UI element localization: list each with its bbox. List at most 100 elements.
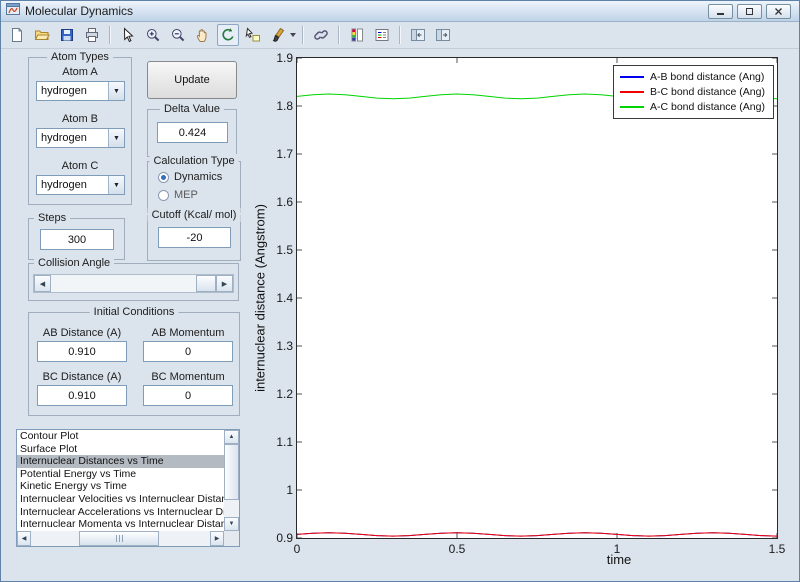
calculation-type-panel: Calculation Type Dynamics MEP — [147, 154, 241, 213]
restore-icon[interactable] — [737, 3, 762, 19]
hide-plot-tools-icon[interactable] — [407, 24, 429, 46]
atom-a-dropdown[interactable]: hydrogen ▼ — [36, 81, 125, 101]
atom-a-label: Atom A — [62, 66, 98, 78]
chevron-down-icon[interactable]: ▼ — [108, 82, 124, 100]
radio-selected-icon[interactable] — [158, 171, 169, 183]
atom-c-label: Atom C — [61, 160, 99, 172]
zoom-out-icon[interactable] — [167, 24, 189, 46]
vertical-scroll-thumb[interactable] — [224, 444, 239, 500]
update-button[interactable]: Update — [147, 61, 237, 99]
y-tick-label: 1.6 — [276, 195, 293, 209]
cutoff-panel: Cutoff (Kcal/ mol) -20 — [147, 208, 241, 261]
y-tick-label: 1.7 — [276, 147, 293, 161]
list-item[interactable]: Contour Plot — [17, 430, 224, 443]
delta-value-panel: Delta Value 0.424 — [147, 102, 237, 157]
bc-distance-field[interactable]: 0.910 — [37, 385, 127, 406]
atom-b-dropdown[interactable]: hydrogen ▼ — [36, 128, 125, 148]
ab-momentum-field[interactable]: 0 — [143, 341, 233, 362]
list-item[interactable]: Internuclear Velocities vs Internuclear … — [17, 493, 224, 506]
toolbar-separator — [338, 26, 340, 44]
y-tick-label: 1.5 — [276, 243, 293, 257]
link-plot-icon[interactable] — [310, 24, 332, 46]
listbox-items: Contour Plot Surface Plot Internuclear Dis… — [17, 430, 224, 531]
insert-legend-icon[interactable] — [371, 24, 393, 46]
scroll-up-icon[interactable]: ▲ — [224, 430, 239, 444]
chevron-down-icon[interactable]: ▼ — [108, 129, 124, 147]
minimize-icon[interactable] — [708, 3, 733, 19]
chevron-down-icon[interactable]: ▼ — [108, 176, 124, 194]
legend-label: A-C bond distance (Ang) — [650, 100, 765, 113]
vertical-scrollbar[interactable]: ▲ ▼ — [224, 430, 239, 531]
slider-left-arrow-icon[interactable]: ◀ — [34, 275, 51, 292]
legend-entry: B-C bond distance (Ang) — [614, 84, 773, 99]
edit-plot-icon[interactable] — [117, 24, 139, 46]
collision-angle-title: Collision Angle — [34, 256, 115, 270]
list-item[interactable]: Kinetic Energy vs Time — [17, 480, 224, 493]
mep-radio[interactable]: MEP — [158, 189, 198, 201]
atom-c-value: hydrogen — [41, 179, 87, 191]
zoom-in-icon[interactable] — [142, 24, 164, 46]
ab-distance-field[interactable]: 0.910 — [37, 341, 127, 362]
bc-momentum-field[interactable]: 0 — [143, 385, 233, 406]
titlebar[interactable]: Molecular Dynamics — [1, 1, 799, 22]
close-icon[interactable] — [766, 3, 791, 19]
slider-thumb[interactable] — [196, 275, 216, 292]
toolbar — [1, 22, 799, 49]
show-plot-tools-icon[interactable] — [432, 24, 454, 46]
y-tick-label: 1.4 — [276, 291, 293, 305]
scroll-right-icon[interactable]: ▶ — [210, 531, 224, 546]
legend-label: A-B bond distance (Ang) — [650, 70, 765, 83]
plot-axes: A-B bond distance (Ang) B-C bond distance… — [296, 57, 778, 539]
horizontal-scroll-thumb[interactable] — [79, 531, 159, 546]
series-line-1 — [297, 532, 777, 537]
legend-entry: A-C bond distance (Ang) — [614, 99, 773, 114]
figure-icon — [6, 2, 20, 21]
delta-value-title: Delta Value — [159, 102, 225, 116]
brush-dropdown-caret-icon[interactable] — [290, 33, 296, 37]
plot-type-listbox[interactable]: Contour Plot Surface Plot Internuclear Dis… — [16, 429, 240, 547]
calculation-type-title: Calculation Type — [149, 154, 239, 168]
collision-angle-panel: Collision Angle ◀ ▶ — [28, 256, 239, 301]
y-tick-label: 1.2 — [276, 387, 293, 401]
atom-a-value: hydrogen — [41, 85, 87, 97]
y-tick-label: 1.3 — [276, 339, 293, 353]
slider-right-arrow-icon[interactable]: ▶ — [216, 275, 233, 292]
atom-c-dropdown[interactable]: hydrogen ▼ — [36, 175, 125, 195]
initial-conditions-panel: Initial Conditions AB Distance (A) AB Mo… — [28, 305, 240, 416]
window-controls — [708, 3, 794, 19]
dynamics-radio-label: Dynamics — [174, 171, 223, 183]
molecular-dynamics-window: Molecular Dynamics Atom Types Atom A hyd… — [0, 0, 800, 582]
list-item[interactable]: Surface Plot — [17, 443, 224, 456]
plot-legend[interactable]: A-B bond distance (Ang) B-C bond distance… — [613, 65, 774, 119]
dynamics-radio[interactable]: Dynamics — [158, 171, 222, 183]
save-figure-icon[interactable] — [56, 24, 78, 46]
open-file-icon[interactable] — [31, 24, 53, 46]
atom-b-value: hydrogen — [41, 132, 87, 144]
insert-colorbar-icon[interactable] — [346, 24, 368, 46]
x-tick-label: 0.5 — [448, 542, 466, 556]
print-figure-icon[interactable] — [81, 24, 103, 46]
list-item[interactable]: Internuclear Momenta vs Internuclear Dis… — [17, 518, 224, 531]
y-tick-label: 0.9 — [276, 531, 293, 545]
cutoff-title: Cutoff (Kcal/ mol) — [147, 208, 241, 222]
y-tick-label: 1.9 — [276, 51, 293, 65]
steps-field[interactable]: 300 — [40, 229, 114, 250]
atom-b-label: Atom B — [61, 113, 99, 125]
scroll-down-icon[interactable]: ▼ — [224, 517, 239, 531]
atom-types-panel: Atom Types Atom A hydrogen ▼ Atom B hydr… — [28, 50, 132, 205]
rotate-3d-icon[interactable] — [217, 24, 239, 46]
list-item[interactable]: Internuclear Distances vs Time — [17, 455, 224, 468]
list-item[interactable]: Internuclear Accelerations vs Internucle… — [17, 506, 224, 519]
collision-angle-slider[interactable]: ◀ ▶ — [33, 274, 234, 293]
ab-distance-label: AB Distance (A) — [42, 327, 122, 339]
delta-value-field[interactable]: 0.424 — [157, 122, 228, 143]
cutoff-field[interactable]: -20 — [158, 227, 231, 248]
list-item[interactable]: Potential Energy vs Time — [17, 468, 224, 481]
radio-unselected-icon[interactable] — [158, 189, 169, 201]
data-cursor-icon[interactable] — [242, 24, 264, 46]
scroll-left-icon[interactable]: ◀ — [17, 531, 31, 546]
brush-icon[interactable] — [267, 24, 289, 46]
pan-icon[interactable] — [192, 24, 214, 46]
new-figure-icon[interactable] — [6, 24, 28, 46]
horizontal-scrollbar[interactable]: ◀ ▶ — [17, 531, 224, 546]
